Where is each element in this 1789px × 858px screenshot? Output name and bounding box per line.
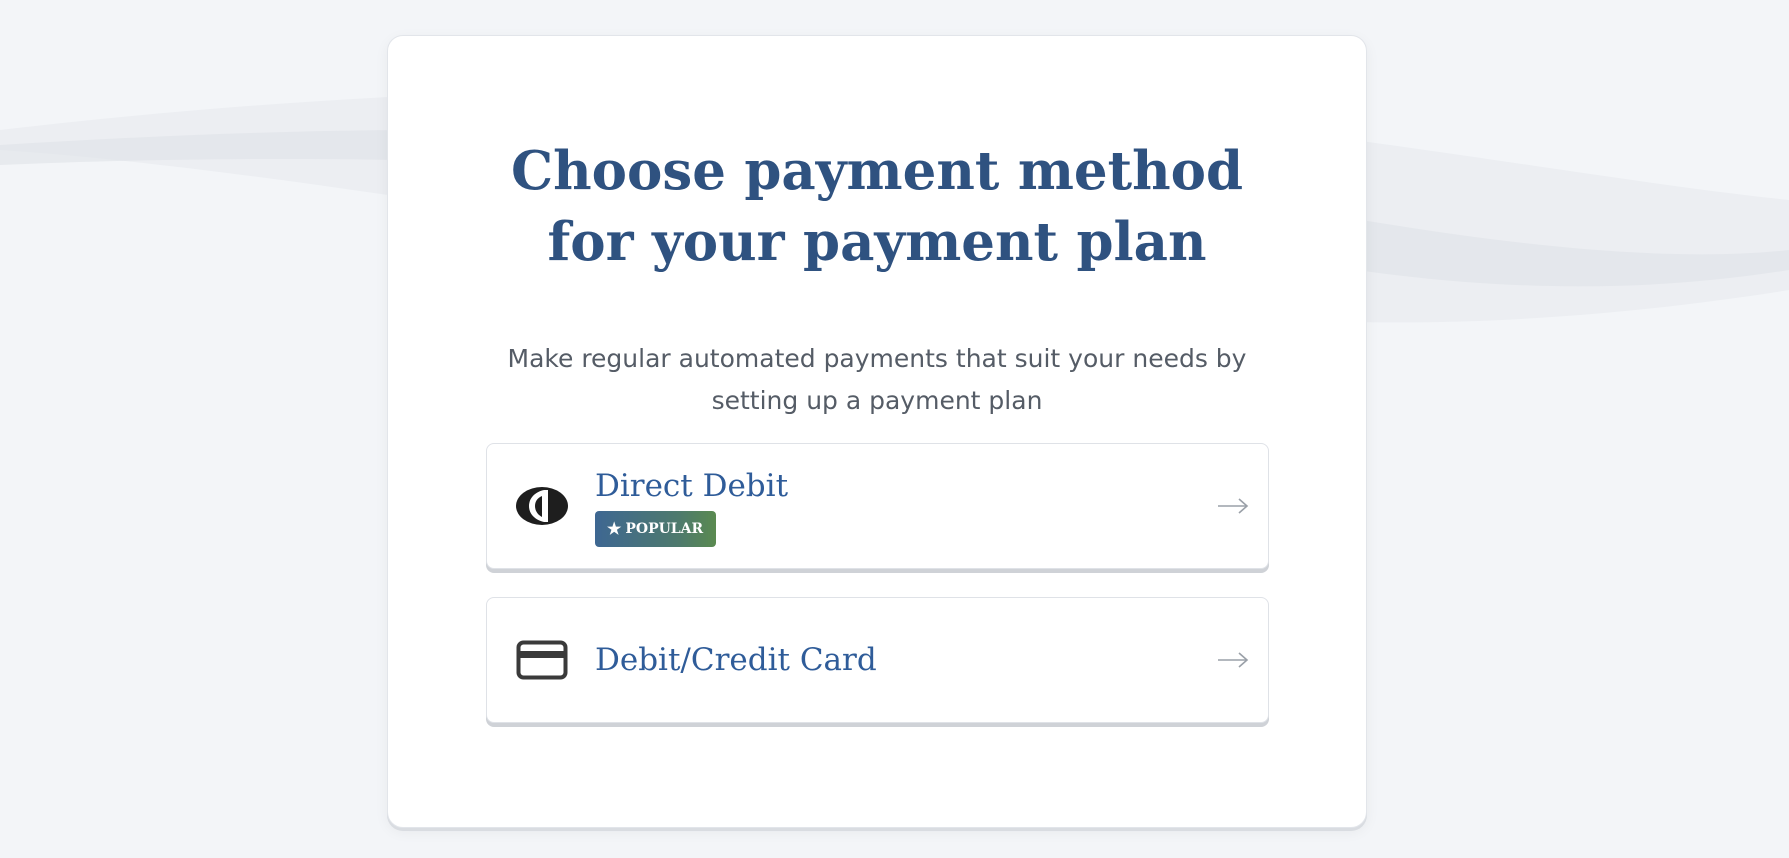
page-subtitle: Make regular automated payments that sui… [507, 344, 1247, 415]
arrow-right-icon [1218, 498, 1249, 514]
page-title: Choose payment method for your payment p… [510, 140, 1244, 273]
debit-credit-card-label: Debit/Credit Card [595, 642, 877, 678]
popular-badge: ★ POPULAR [595, 511, 717, 547]
credit-card-icon [515, 633, 569, 687]
popular-badge-label: POPULAR [625, 521, 704, 537]
star-icon: ★ [607, 519, 622, 538]
payment-method-card: Choose payment method for your payment p… [387, 35, 1367, 828]
debit-credit-card-option[interactable]: Debit/Credit Card [486, 597, 1269, 723]
direct-debit-label: Direct Debit [595, 468, 789, 504]
arrow-right-icon [1218, 652, 1249, 668]
direct-debit-option[interactable]: Direct Debit ★ POPULAR [486, 443, 1269, 569]
direct-debit-icon [515, 479, 569, 533]
